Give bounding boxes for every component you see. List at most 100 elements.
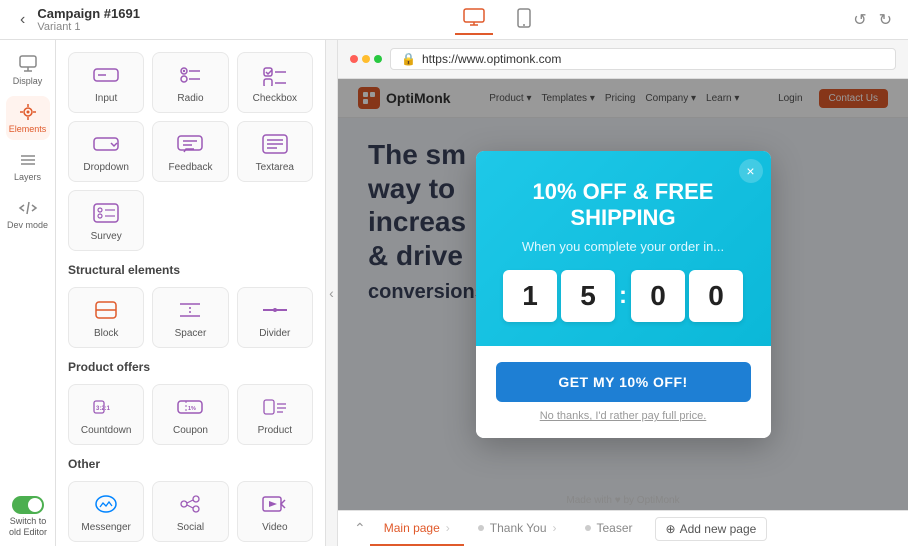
element-product[interactable]: Product <box>237 384 313 445</box>
redo-button[interactable]: ↻ <box>879 10 892 30</box>
element-dropdown[interactable]: Dropdown <box>68 121 144 182</box>
modal-top: × 10% OFF & FREESHIPPING When you comple… <box>476 151 771 347</box>
undo-button[interactable]: ↺ <box>853 10 866 30</box>
product-offers-title: Product offers <box>68 360 313 374</box>
element-social[interactable]: Social <box>152 481 228 542</box>
element-input-label: Input <box>95 93 117 104</box>
mobile-device-button[interactable] <box>509 4 539 35</box>
sidebar-display-label: Display <box>13 76 43 86</box>
campaign-title: Campaign #1691 <box>37 6 140 21</box>
add-page-label: Add new page <box>680 522 757 536</box>
element-textarea-label: Textarea <box>256 162 294 173</box>
sidebar-item-elements[interactable]: Elements <box>6 96 50 140</box>
countdown-digit-1: 1 <box>503 270 557 322</box>
desktop-device-button[interactable] <box>455 4 493 35</box>
countdown-digit-3: 0 <box>631 270 685 322</box>
browser-dot-red <box>350 55 358 63</box>
browser-url: https://www.optimonk.com <box>422 52 561 66</box>
other-elements-grid: Messenger Social <box>68 481 313 542</box>
element-radio[interactable]: Radio <box>152 52 228 113</box>
countdown-separator: : <box>619 282 627 310</box>
element-radio-label: Radio <box>177 93 203 104</box>
countdown-digit-4: 0 <box>689 270 743 322</box>
tab-thankyou-arrow: › <box>553 521 557 535</box>
canvas-area: 🔒 https://www.optimonk.com OptiMonk <box>338 40 908 546</box>
tab-teaser-dot <box>585 525 591 531</box>
tab-main-page[interactable]: Main page › <box>370 511 464 546</box>
element-spacer-label: Spacer <box>175 328 207 339</box>
element-block-label: Block <box>94 328 118 339</box>
sidebar-item-layers[interactable]: Layers <box>6 144 50 188</box>
structural-elements-title: Structural elements <box>68 263 313 277</box>
top-bar-right: ↺ ↻ <box>853 10 892 30</box>
countdown: 1 5 : 0 0 <box>496 270 751 322</box>
add-page-button[interactable]: ⊕ Add new page <box>655 517 768 541</box>
tab-main-page-label: Main page <box>384 521 440 535</box>
campaign-subtitle: Variant 1 <box>37 21 140 33</box>
element-checkbox[interactable]: Checkbox <box>237 52 313 113</box>
element-divider-label: Divider <box>259 328 290 339</box>
made-with-label: Made with ♥ by OptiMonk <box>566 495 679 506</box>
browser-dot-green <box>374 55 382 63</box>
countdown-digit-2: 5 <box>561 270 615 322</box>
browser-frame: 🔒 https://www.optimonk.com <box>338 40 908 79</box>
tab-thankyou-dot <box>478 525 484 531</box>
collapse-handle[interactable] <box>326 40 338 546</box>
modal-decline-link[interactable]: No thanks, I'd rather pay full price. <box>496 410 751 422</box>
sidebar-item-display[interactable]: Display <box>6 48 50 92</box>
sidebar-elements-label: Elements <box>9 124 47 134</box>
element-divider[interactable]: Divider <box>237 287 313 348</box>
sidebar-devmode-label: Dev mode <box>7 220 48 230</box>
tab-teaser[interactable]: Teaser <box>571 511 647 546</box>
element-spacer[interactable]: Spacer <box>152 287 228 348</box>
element-input[interactable]: Input <box>68 52 144 113</box>
other-elements-title: Other <box>68 457 313 471</box>
element-social-label: Social <box>177 522 204 533</box>
icon-nav: Display Elements Layers <box>0 40 56 546</box>
elements-panel: Input Radio <box>56 40 326 546</box>
old-editor-switch[interactable]: Switch to old Editor <box>4 496 52 538</box>
modal: × 10% OFF & FREESHIPPING When you comple… <box>476 151 771 439</box>
tabs-chevron-up[interactable]: ⌃ <box>354 520 366 537</box>
top-bar-center <box>455 4 539 35</box>
sidebar-item-devmode[interactable]: Dev mode <box>6 192 50 236</box>
element-coupon[interactable]: 1% Coupon <box>152 384 228 445</box>
browser-url-bar[interactable]: 🔒 https://www.optimonk.com <box>390 48 896 70</box>
campaign-info: Campaign #1691 Variant 1 <box>37 6 140 33</box>
website-preview: OptiMonk Product ▾ Templates ▾ Pricing C… <box>338 79 908 510</box>
modal-close-button[interactable]: × <box>739 159 763 183</box>
old-editor-toggle[interactable] <box>12 496 44 514</box>
browser-dot-yellow <box>362 55 370 63</box>
browser-dots <box>350 55 382 63</box>
product-offers-grid: 3:2:1 Countdown 1% Coupon <box>68 384 313 445</box>
main-content: Display Elements Layers <box>0 40 908 546</box>
browser-lock-icon: 🔒 <box>401 52 416 66</box>
element-textarea[interactable]: Textarea <box>237 121 313 182</box>
element-countdown[interactable]: 3:2:1 Countdown <box>68 384 144 445</box>
element-countdown-label: Countdown <box>81 425 132 436</box>
modal-bottom: GET MY 10% OFF! No thanks, I'd rather pa… <box>476 346 771 438</box>
bottom-tabs: ⌃ Main page › Thank You › Teaser ⊕ Add n… <box>338 510 908 546</box>
tab-main-arrow: › <box>446 521 450 535</box>
element-block[interactable]: Block <box>68 287 144 348</box>
element-messenger[interactable]: Messenger <box>68 481 144 542</box>
element-video[interactable]: Video <box>237 481 313 542</box>
element-survey[interactable]: Survey <box>68 190 144 251</box>
element-coupon-label: Coupon <box>173 425 208 436</box>
form-elements-grid: Input Radio <box>68 52 313 251</box>
element-checkbox-label: Checkbox <box>253 93 297 104</box>
element-feedback[interactable]: Feedback <box>152 121 228 182</box>
element-messenger-label: Messenger <box>81 522 130 533</box>
tab-thank-you[interactable]: Thank You › <box>464 511 571 546</box>
sidebar-layers-label: Layers <box>14 172 41 182</box>
modal-cta-button[interactable]: GET MY 10% OFF! <box>496 362 751 402</box>
modal-title: 10% OFF & FREESHIPPING <box>496 179 751 232</box>
svg-text:1%: 1% <box>188 406 196 412</box>
top-bar-left: ‹ Campaign #1691 Variant 1 <box>16 6 140 33</box>
add-page-icon: ⊕ <box>666 522 676 536</box>
modal-subtitle: When you complete your order in... <box>496 239 751 254</box>
back-button[interactable]: ‹ <box>16 7 29 33</box>
element-dropdown-label: Dropdown <box>83 162 129 173</box>
element-video-label: Video <box>262 522 287 533</box>
old-editor-label: Switch to old Editor <box>4 516 52 538</box>
